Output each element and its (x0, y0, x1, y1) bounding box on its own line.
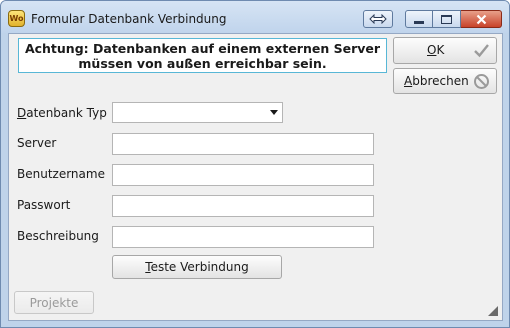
resize-grip-icon[interactable] (487, 305, 499, 317)
title-bar[interactable]: Wo Formular Datenbank Verbindung (1, 1, 509, 33)
maximize-icon (441, 14, 452, 24)
description-input[interactable] (112, 226, 374, 248)
restore-size-button[interactable] (363, 10, 393, 28)
close-button[interactable] (461, 10, 502, 28)
projects-button-label: Projekte (29, 296, 79, 310)
password-label: Passwort (17, 198, 71, 212)
notice-line-2: müssen von außen erreichbar sein. (78, 56, 327, 71)
description-label: Beschreibung (17, 229, 99, 243)
db-type-label: Datenbank Typ (17, 106, 107, 120)
projects-button: Projekte (14, 291, 94, 314)
cancel-button-label: Abbrechen (404, 74, 469, 88)
server-input[interactable] (112, 133, 374, 155)
minimize-icon (414, 20, 424, 24)
dialog-window: Wo Formular Datenbank Verbindung Achtung… (0, 0, 510, 328)
minimize-button[interactable] (405, 10, 433, 28)
close-icon (476, 14, 486, 24)
window-title: Formular Datenbank Verbindung (31, 12, 227, 26)
test-connection-button[interactable]: Teste Verbindung (112, 255, 282, 279)
double-arrow-icon (369, 14, 387, 24)
ok-button[interactable]: OK (393, 37, 497, 64)
no-entry-icon (474, 74, 489, 89)
username-label: Benutzername (17, 167, 105, 181)
notice-line-1: Achtung: Datenbanken auf einem externen … (24, 41, 381, 56)
maximize-button[interactable] (433, 10, 461, 28)
cancel-button[interactable]: Abbrechen (393, 68, 497, 94)
chevron-down-icon (270, 110, 278, 115)
app-logo-icon: Wo (8, 10, 25, 27)
test-connection-label: Teste Verbindung (145, 260, 249, 274)
username-input[interactable] (112, 164, 374, 186)
db-type-select[interactable] (112, 102, 283, 123)
warning-notice: Achtung: Datenbanken auf einem externen … (18, 38, 387, 73)
server-label: Server (17, 136, 57, 150)
ok-button-label: OK (427, 43, 445, 57)
password-input[interactable] (112, 195, 374, 217)
checkmark-icon (474, 44, 489, 58)
dialog-body: Achtung: Datenbanken auf einem externen … (8, 33, 503, 321)
